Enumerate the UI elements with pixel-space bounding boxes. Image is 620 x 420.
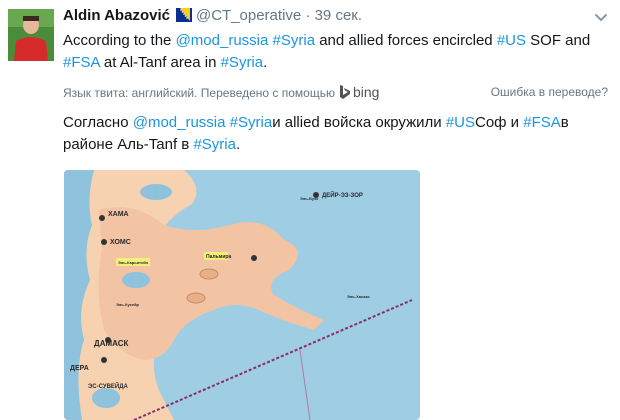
mention-link[interactable]: @mod_russia bbox=[133, 114, 226, 131]
city-label-deir-ez-zor: ДЕЙР-ЭЗ-ЗОР bbox=[322, 191, 363, 199]
lake bbox=[122, 272, 150, 288]
hashtag-link[interactable]: #Syria bbox=[221, 54, 264, 71]
city-label-hama: ХАМА bbox=[108, 211, 129, 218]
city-marker bbox=[251, 255, 257, 261]
hashtag-link[interactable]: #US bbox=[446, 114, 475, 131]
author-name[interactable]: Aldin Abazović bbox=[63, 7, 170, 24]
text-fragment: at Al-Tanf area in bbox=[99, 54, 221, 71]
attached-map-image[interactable]: ХАМА ХОМС Пальмира ДЕЙР-ЭЗ-ЗОР ДАМАСК ДЕ… bbox=[64, 170, 420, 420]
text-fragment: According to the bbox=[63, 32, 176, 49]
city-label-suwayda: ЭС-СУВЕЙДА bbox=[88, 382, 129, 390]
mention-link[interactable]: @mod_russia bbox=[176, 32, 269, 49]
hashtag-link[interactable]: #US bbox=[497, 32, 526, 49]
separator-dot: · bbox=[305, 7, 311, 24]
author-handle[interactable]: @CT_operative bbox=[196, 7, 301, 24]
translator-name[interactable]: bing bbox=[353, 84, 379, 100]
text-fragment: Соф и bbox=[475, 114, 524, 131]
small-place-label: Эль-Карьятейн bbox=[118, 260, 149, 265]
translation-error-link[interactable]: Ошибка в переводе? bbox=[491, 84, 608, 100]
text-fragment: and allied forces encircled bbox=[315, 32, 497, 49]
hashtag-link[interactable]: #FSA bbox=[523, 114, 561, 131]
translation-note-text: Язык твита: английский. Переведено с пом… bbox=[63, 86, 335, 100]
text-fragment: Согласно bbox=[63, 114, 133, 131]
text-fragment: . bbox=[235, 136, 241, 153]
lake bbox=[140, 184, 172, 200]
text-fragment: районе Аль-Tanf в bbox=[63, 136, 194, 153]
city-marker bbox=[99, 215, 105, 221]
city-label-palmyra: Пальмира bbox=[206, 254, 231, 260]
small-place-label: Эль-Кусейр bbox=[116, 302, 140, 307]
city-marker bbox=[101, 357, 107, 363]
avatar-photo bbox=[8, 9, 54, 61]
hashtag-link[interactable]: #Syria bbox=[273, 32, 316, 49]
small-place-label: Эль-Хасакэ bbox=[347, 294, 370, 299]
text-fragment: SOF and bbox=[526, 32, 591, 49]
translated-text-line-1: Согласно @mod_russia #Syriaи allied войс… bbox=[63, 111, 569, 135]
hashtag-link[interactable]: #Syria bbox=[193, 136, 236, 153]
text-fragment: и allied войска окружили bbox=[272, 114, 446, 131]
translation-note: Язык твита: английский. Переведено с пом… bbox=[63, 84, 379, 104]
tweet-text-line-1: According to the @mod_russia #Syria and … bbox=[63, 29, 590, 53]
timestamp[interactable]: 39 сек. bbox=[315, 7, 362, 24]
bing-logo-icon bbox=[339, 85, 351, 104]
chevron-down-icon[interactable] bbox=[594, 10, 608, 21]
translated-text-line-2: районе Аль-Tanf в #Syria. bbox=[63, 133, 240, 157]
syria-map: ХАМА ХОМС Пальмира ДЕЙР-ЭЗ-ЗОР ДАМАСК ДЕ… bbox=[64, 170, 420, 420]
city-label-homs: ХОМС bbox=[110, 239, 131, 246]
hashtag-link[interactable]: #FSA bbox=[63, 54, 100, 71]
lake bbox=[92, 388, 120, 408]
tweet-header: Aldin Abazović @CT_operative · 39 сек. bbox=[63, 6, 362, 28]
text-fragment: в bbox=[560, 114, 569, 131]
text-fragment: . bbox=[263, 54, 268, 71]
avatar[interactable] bbox=[8, 9, 54, 61]
small-place-label: Эль-Бухе bbox=[300, 196, 319, 201]
hashtag-link[interactable]: #Syria bbox=[230, 114, 273, 131]
tweet-text-line-2: #FSA at Al-Tanf area in #Syria. bbox=[63, 51, 267, 75]
city-label-damascus: ДАМАСК bbox=[94, 339, 128, 348]
city-marker bbox=[101, 239, 107, 245]
pocket-area bbox=[199, 268, 219, 280]
pocket-area bbox=[186, 292, 206, 304]
bosnia-flag-icon bbox=[175, 8, 192, 28]
city-label-deraa: ДЕРА bbox=[70, 365, 89, 372]
